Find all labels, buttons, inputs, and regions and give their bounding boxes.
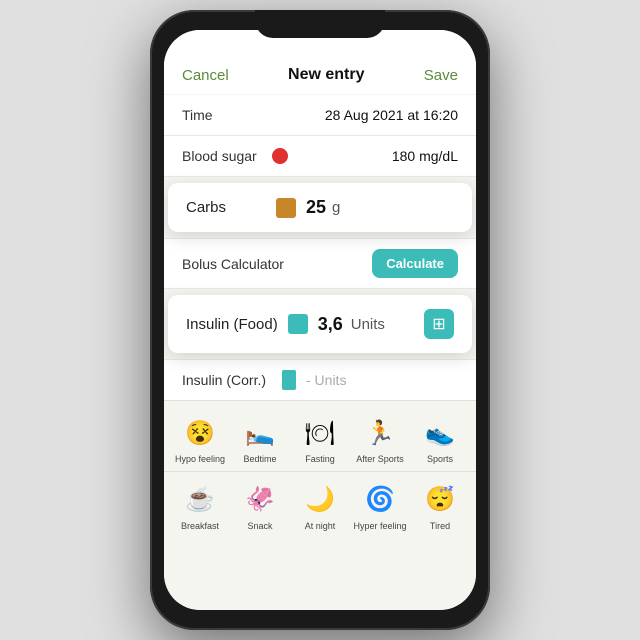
category-breakfast[interactable]: ☕ Breakfast [170,476,230,538]
category-at-night[interactable]: 🌙 At night [290,476,350,538]
time-row[interactable]: Time 28 Aug 2021 at 16:20 [164,95,476,136]
sports-icon: 👟 [422,415,458,451]
blood-sugar-value: 180 mg/dL [392,148,458,164]
at-night-label: At night [305,521,336,532]
phone-notch [255,10,385,38]
calculate-button[interactable]: Calculate [372,249,458,278]
breakfast-label: Breakfast [181,521,219,532]
carbs-unit: g [332,199,340,216]
bedtime-label: Bedtime [243,454,276,465]
carbs-color-indicator [276,198,296,218]
category-fasting[interactable]: 🍽 Fasting [290,409,350,471]
hypo-feeling-icon: 😵 [182,415,218,451]
top-bar: Cancel New entry Save [164,30,476,94]
insulin-corr-color-indicator [282,370,296,390]
snack-icon: 🦑 [242,482,278,518]
time-value: 28 Aug 2021 at 16:20 [325,107,458,123]
time-label: Time [182,107,272,123]
after-sports-icon: 🏃 [362,415,398,451]
blood-sugar-row[interactable]: Blood sugar 180 mg/dL [164,136,476,177]
hyper-feeling-label: Hyper feeling [353,521,406,532]
at-night-icon: 🌙 [302,482,338,518]
category-bedtime[interactable]: 🛌 Bedtime [230,409,290,471]
insulin-food-label: Insulin (Food) [186,316,278,333]
blood-sugar-label: Blood sugar [182,148,272,164]
tired-label: Tired [430,521,450,532]
insulin-corr-value: - Units [306,372,346,388]
insulin-corr-label: Insulin (Corr.) [182,372,272,388]
save-button[interactable]: Save [424,67,458,84]
insulin-corr-row[interactable]: Insulin (Corr.) - Units [164,359,476,400]
screen-content: Cancel New entry Save Time 28 Aug 2021 a… [164,30,476,610]
phone-frame: Cancel New entry Save Time 28 Aug 2021 a… [150,10,490,630]
carbs-label: Carbs [186,199,266,216]
category-after-sports[interactable]: 🏃 After Sports [350,409,410,471]
time-section: Time 28 Aug 2021 at 16:20 Blood sugar 18… [164,95,476,177]
bedtime-icon: 🛌 [242,415,278,451]
breakfast-icon: ☕ [182,482,218,518]
page-title: New entry [288,66,364,84]
tired-icon: 😴 [422,482,458,518]
carbs-card-wrapper: Carbs 25 g [164,177,476,238]
after-sports-label: After Sports [356,454,404,465]
categories-row2: ☕ Breakfast 🦑 Snack 🌙 At night 🌀 Hyper f… [164,472,476,542]
bolus-row: Bolus Calculator Calculate [164,238,476,289]
blood-sugar-dot [272,148,288,164]
snack-label: Snack [247,521,272,532]
category-sports[interactable]: 👟 Sports [410,409,470,471]
category-snack[interactable]: 🦑 Snack [230,476,290,538]
hypo-feeling-label: Hypo feeling [175,454,225,465]
insulin-color-indicator [288,314,308,334]
fasting-label: Fasting [305,454,335,465]
insulin-food-card[interactable]: Insulin (Food) 3,6 Units ⊞ [168,295,472,353]
carbs-value: 25 [306,197,326,218]
categories-row1: 😵 Hypo feeling 🛌 Bedtime 🍽 Fasting 🏃 Aft… [164,401,476,471]
category-hyper-feeling[interactable]: 🌀 Hyper feeling [350,476,410,538]
insulin-card-wrapper: Insulin (Food) 3,6 Units ⊞ [164,289,476,359]
sports-label: Sports [427,454,453,465]
calculator-icon[interactable]: ⊞ [424,309,454,339]
phone-screen: Cancel New entry Save Time 28 Aug 2021 a… [164,30,476,610]
category-tired[interactable]: 😴 Tired [410,476,470,538]
insulin-food-unit: Units [351,316,385,333]
category-hypo-feeling[interactable]: 😵 Hypo feeling [170,409,230,471]
cancel-button[interactable]: Cancel [182,67,229,84]
bolus-label: Bolus Calculator [182,256,372,272]
insulin-food-value: 3,6 [318,314,343,335]
fasting-icon: 🍽 [302,415,338,451]
hyper-feeling-icon: 🌀 [362,482,398,518]
carbs-card[interactable]: Carbs 25 g [168,183,472,232]
